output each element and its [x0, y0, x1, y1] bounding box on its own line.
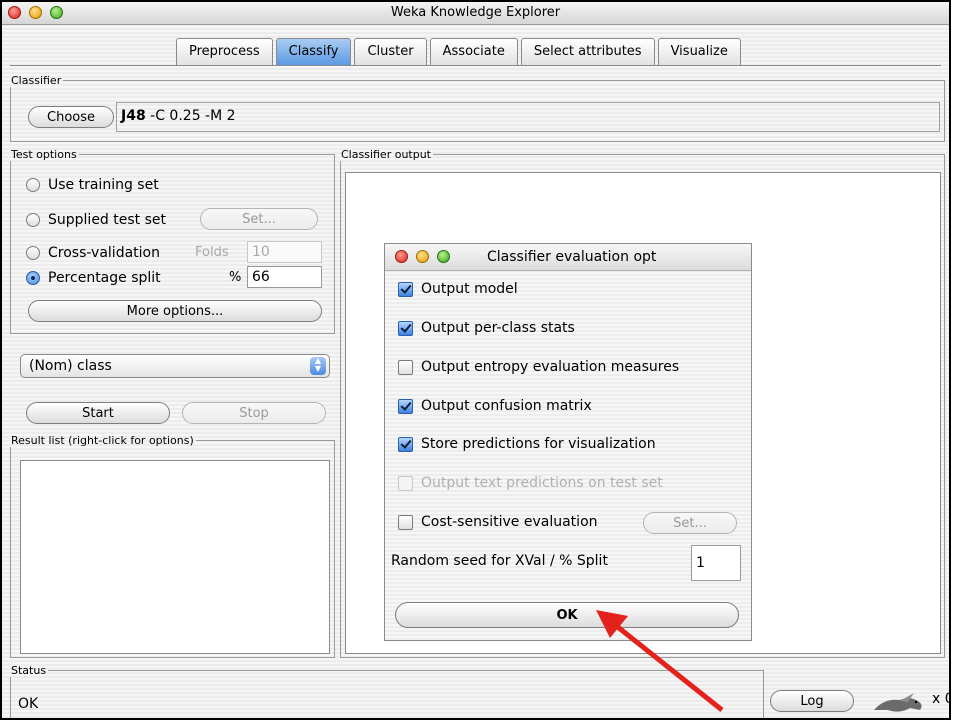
- weka-window: Weka Knowledge Explorer Preprocess Class…: [0, 0, 951, 720]
- annotation-arrow-icon: [596, 610, 724, 712]
